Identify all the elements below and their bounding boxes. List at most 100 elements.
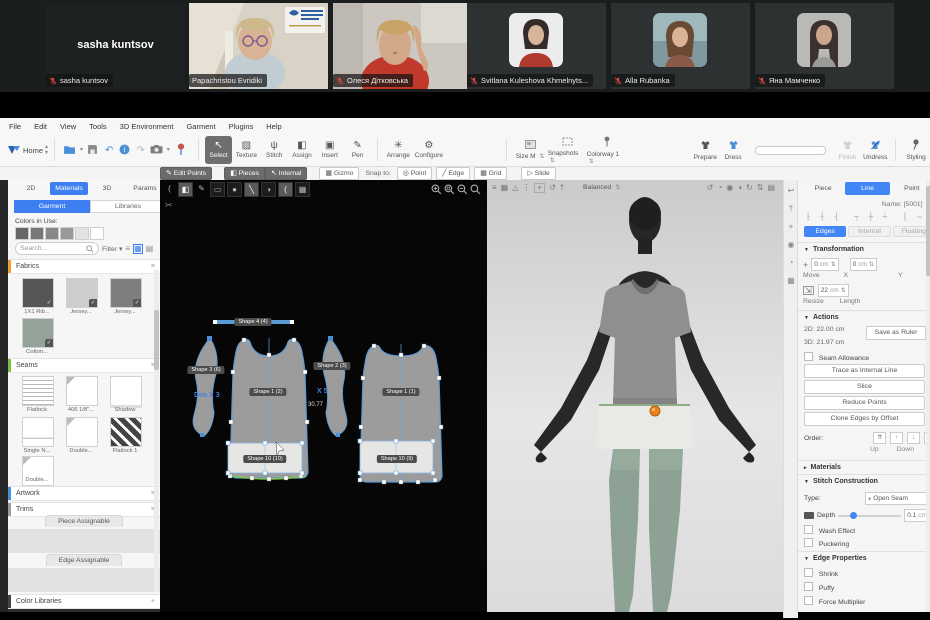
menu-help[interactable]: Help xyxy=(266,122,281,131)
menu-file[interactable]: File xyxy=(9,122,21,131)
force-multiplier-row[interactable]: Force Multiplier xyxy=(798,596,930,606)
pin-tool-icon[interactable]: † xyxy=(789,204,793,213)
fabric-thumb[interactable]: ✓ xyxy=(22,278,54,308)
color-swatch[interactable] xyxy=(45,227,59,240)
piece-assignable-tab[interactable]: Piece Assignable xyxy=(8,518,160,525)
show-pieces-button[interactable]: ◧ Pieces xyxy=(224,167,265,180)
tool-assign[interactable]: ◧ Assign xyxy=(288,136,316,164)
show-internal-button[interactable]: ↖ Internal xyxy=(265,167,307,180)
tool-select[interactable]: ↖ Select xyxy=(205,136,233,164)
tool-arrange[interactable]: ✳ Arrange xyxy=(384,136,412,164)
save-as-ruler-button[interactable]: Save as Ruler xyxy=(866,326,926,340)
move-x-input[interactable]: 0 cm ⇅ xyxy=(811,258,838,271)
tab-materials[interactable]: Materials xyxy=(50,182,88,195)
transformation-header[interactable]: ▼ Transformation xyxy=(798,242,930,253)
seam-thumb[interactable] xyxy=(66,417,98,447)
tool-texture[interactable]: ▨ Texture xyxy=(232,136,260,164)
clone-edges-by-offset-button[interactable]: Clone Edges by Offset xyxy=(804,412,925,426)
participant-tile[interactable]: Alla Rubanka xyxy=(611,3,750,89)
seam-allowance-row[interactable]: Seam Allowance xyxy=(798,352,930,362)
fabrics-section-header[interactable]: Fabrics ≡ xyxy=(8,259,160,274)
participant-tile[interactable]: Svitlana Kuleshova Khmelnyts... xyxy=(467,3,606,89)
open-chevron[interactable]: ▾ xyxy=(80,147,83,153)
reduce-points-button[interactable]: Reduce Points xyxy=(804,396,925,410)
filter-dropdown[interactable]: Filter ▾ xyxy=(102,245,122,253)
snapshots-stepper[interactable]: Snapshots ⇅ xyxy=(548,136,587,164)
shrink-checkbox[interactable] xyxy=(804,568,813,577)
tool-pen[interactable]: ✎ Pen xyxy=(344,136,372,164)
puffy-checkbox[interactable] xyxy=(804,582,813,591)
puckering-row[interactable]: Puckering xyxy=(798,538,930,548)
tool-insert[interactable]: ▣ Insert xyxy=(316,136,344,164)
seam-thumb[interactable] xyxy=(22,417,54,447)
fabric-thumb[interactable]: ✓ xyxy=(22,318,54,348)
camera-chevron[interactable]: ▾ xyxy=(167,147,170,153)
search-input[interactable]: Search... xyxy=(15,242,99,255)
snap-point-toggle[interactable]: ◎ Point xyxy=(397,167,432,180)
color-swatch[interactable] xyxy=(75,227,89,240)
color-swatch[interactable] xyxy=(30,227,44,240)
edges-tab[interactable]: Edges xyxy=(804,226,846,237)
tool-configure[interactable]: ⚙ Configure xyxy=(412,136,445,164)
participant-tile[interactable]: Олеся Дітковська xyxy=(333,3,472,89)
floating-tab[interactable]: Floating xyxy=(893,226,930,237)
seam-thumb[interactable] xyxy=(22,376,54,406)
length-input[interactable]: 22 cm ⇅ xyxy=(818,284,849,297)
artwork-section-header[interactable]: Artwork ≡ xyxy=(8,486,160,501)
tab-piece[interactable]: Piece xyxy=(801,182,845,195)
seam-allowance-checkbox[interactable] xyxy=(804,352,813,361)
color-swatch[interactable] xyxy=(60,227,74,240)
puffy-row[interactable]: Puffy xyxy=(798,582,930,592)
menu-plugins[interactable]: Plugins xyxy=(229,122,254,131)
color-swatch[interactable] xyxy=(15,227,29,240)
sidebar-scrollbar[interactable] xyxy=(154,270,159,592)
avatar-3d-viewport[interactable]: ≡ ▦ △ ⋮ + ↺ † Balanced ⇅ ↺ ◔ ◉ ◑ ↻ xyxy=(487,180,783,612)
property-panel-scrollbar[interactable] xyxy=(926,180,930,612)
tab-line[interactable]: Line xyxy=(845,182,889,195)
menu-tools[interactable]: Tools xyxy=(89,122,107,131)
camera-icon[interactable] xyxy=(150,144,163,156)
gizmo-toggle[interactable]: ▦ Gizmo xyxy=(319,167,359,180)
subtab-garment[interactable]: Garment xyxy=(14,200,90,213)
color-swatch[interactable] xyxy=(90,227,104,240)
edge-assignable-tab[interactable]: Edge Assignable xyxy=(8,557,160,564)
subtab-libraries[interactable]: Libraries xyxy=(90,200,166,213)
force-multiplier-checkbox[interactable] xyxy=(804,596,813,605)
actions-header[interactable]: ▼ Actions xyxy=(798,310,930,321)
tool-stitch[interactable]: ψ Stitch xyxy=(260,136,288,164)
fabrics-menu-icon[interactable]: ≡ xyxy=(151,263,155,270)
undo-icon[interactable]: ↶ xyxy=(105,145,113,156)
align-tools-row[interactable]: ┠ ╂ ┨ ┯ ╋ ┷ ┃ ═ xyxy=(798,213,930,221)
fabric-thumb[interactable]: ✓ xyxy=(66,278,98,308)
panel-toggle-icon[interactable]: ▤ xyxy=(146,244,154,253)
fabric-thumb[interactable]: ✓ xyxy=(110,278,142,308)
order-top-button[interactable]: ⇈ xyxy=(873,432,886,444)
tab-2d[interactable]: 2D xyxy=(12,182,50,195)
wash-effect-checkbox[interactable] xyxy=(804,525,813,534)
list-view-icon[interactable]: ≡ xyxy=(125,244,130,253)
participant-tile[interactable]: sasha kuntsov sasha kuntsov xyxy=(46,3,185,89)
add-color-library-icon[interactable]: + xyxy=(151,598,155,605)
open-folder-icon[interactable] xyxy=(63,144,76,157)
grid-toggle-icon[interactable]: ▦ xyxy=(787,276,795,285)
materials-header[interactable]: ▸ Materials xyxy=(798,460,930,471)
slide-button[interactable]: ▷ Slide xyxy=(521,167,555,180)
trace-internal-line-button[interactable]: Trace as Internal Line xyxy=(804,364,925,378)
seam-thumb[interactable] xyxy=(110,376,142,408)
piece-assignable-area[interactable] xyxy=(8,529,160,553)
colorway-stepper[interactable]: Colorway 1 ⇅ xyxy=(587,136,628,164)
depth-slider-handle[interactable] xyxy=(850,512,857,519)
prepare-button[interactable]: Prepare xyxy=(691,136,719,164)
seam-thumb[interactable] xyxy=(110,417,142,447)
grid-view-icon[interactable]: ▦ xyxy=(133,244,143,254)
info-icon[interactable]: i xyxy=(119,144,130,157)
save-icon[interactable] xyxy=(87,144,98,157)
wash-effect-row[interactable]: Wash Effect xyxy=(798,525,930,535)
participant-tile[interactable]: Яна Мамченко xyxy=(755,3,894,89)
undress-button[interactable]: Undress xyxy=(861,136,889,164)
edge-properties-header[interactable]: ▼ Edge Properties xyxy=(798,551,930,562)
stitch-construction-header[interactable]: ▼ Stitch Construction xyxy=(798,474,930,485)
zoom-minus-icon[interactable]: ◔ xyxy=(789,258,794,267)
home-stepper[interactable]: ▴▾ xyxy=(45,144,48,156)
zoom-plus-icon[interactable]: ◉ xyxy=(788,240,795,249)
